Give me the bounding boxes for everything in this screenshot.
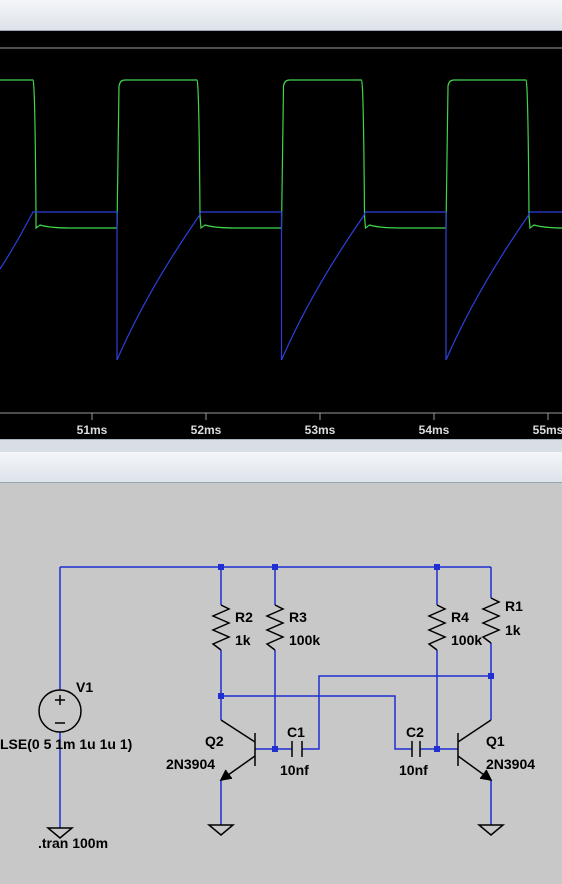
resistor-icon[interactable] — [481, 597, 501, 644]
r1-name-label[interactable]: R1 — [505, 598, 523, 614]
c2-value-label[interactable]: 10nf — [399, 762, 428, 778]
junction-dot — [434, 746, 440, 752]
trace-green — [0, 79, 562, 230]
ground-icon — [206, 824, 236, 836]
r2-value-label[interactable]: 1k — [235, 632, 251, 648]
capacitor-icon[interactable] — [411, 741, 421, 757]
x-axis-tick-label: 51ms — [77, 423, 108, 437]
npn-transistor-icon[interactable] — [219, 719, 256, 782]
c1-value-label[interactable]: 10nf — [280, 762, 309, 778]
waveform-window-titlebar[interactable] — [0, 0, 562, 31]
junction-dot — [272, 746, 278, 752]
r1-value-label[interactable]: 1k — [505, 622, 521, 638]
x-axis-tick-label: 52ms — [191, 423, 222, 437]
r3-name-label[interactable]: R3 — [289, 609, 307, 625]
tran-directive[interactable]: .tran 100m — [38, 835, 108, 851]
q2-name-label[interactable]: Q2 — [205, 733, 224, 749]
x-axis-tick-label: 55ms — [533, 423, 562, 437]
x-axis-tick-label: 53ms — [305, 423, 336, 437]
junction-dot — [272, 564, 278, 570]
waveform-plot-pane[interactable]: 51ms 52ms 53ms 54ms 55ms — [0, 31, 562, 439]
x-axis-tick-label: 54ms — [419, 423, 450, 437]
resistor-icon[interactable] — [427, 604, 447, 651]
capacitor-icon[interactable] — [291, 741, 303, 757]
wire-cross-q2c-to-c2 — [221, 695, 412, 750]
pane-divider[interactable] — [0, 439, 562, 453]
q1-model-label[interactable]: 2N3904 — [486, 756, 535, 772]
junction-dot — [218, 693, 224, 699]
v1-value-label[interactable]: LSE(0 5 1m 1u 1u 1) — [0, 736, 132, 752]
x-axis-ticks: 51ms 52ms 53ms 54ms 55ms — [77, 413, 562, 437]
waveform-plot: 51ms 52ms 53ms 54ms 55ms — [0, 47, 562, 437]
schematic-window-titlebar[interactable] — [0, 452, 562, 483]
c1-name-label[interactable]: C1 — [287, 724, 305, 740]
q2-model-label[interactable]: 2N3904 — [166, 756, 215, 772]
schematic-wires — [59, 566, 492, 828]
schematic-pane[interactable]: R2 1k R3 100k R4 100k R1 1k V1 LSE(0 5 1… — [0, 483, 562, 884]
ground-icon — [476, 824, 506, 836]
trace-blue — [0, 211, 562, 361]
voltage-source-icon[interactable] — [38, 689, 82, 733]
junction-dot — [488, 673, 494, 679]
junction-dot — [218, 564, 224, 570]
r3-value-label[interactable]: 100k — [289, 632, 320, 648]
junctions — [218, 564, 494, 752]
c2-name-label[interactable]: C2 — [406, 724, 424, 740]
schematic-canvas: R2 1k R3 100k R4 100k R1 1k V1 LSE(0 5 1… — [0, 564, 535, 851]
junction-dot — [434, 564, 440, 570]
v1-name-label[interactable]: V1 — [76, 679, 93, 695]
r4-value-label[interactable]: 100k — [451, 632, 482, 648]
resistor-icon[interactable] — [211, 604, 231, 651]
r2-name-label[interactable]: R2 — [235, 609, 253, 625]
q1-name-label[interactable]: Q1 — [486, 733, 505, 749]
r4-name-label[interactable]: R4 — [451, 609, 469, 625]
resistor-icon[interactable] — [265, 604, 285, 651]
